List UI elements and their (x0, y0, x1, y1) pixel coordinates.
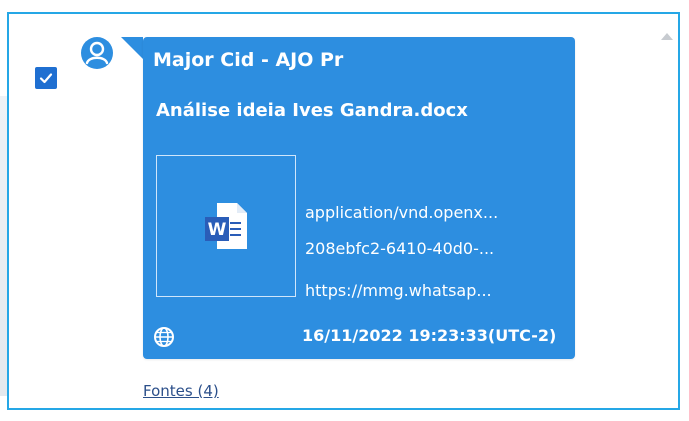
attachment-thumbnail[interactable]: W (156, 155, 296, 297)
sources-link[interactable]: Fontes (4) (143, 382, 219, 400)
attachment-url: https://mmg.whatsap... (305, 281, 492, 300)
contact-avatar-icon (80, 36, 114, 70)
attachment-filename[interactable]: Análise ideia Ives Gandra.docx (156, 100, 468, 121)
message-select-checkbox[interactable] (35, 67, 57, 89)
attachment-id: 208ebfc2-6410-40d0-... (305, 239, 495, 258)
bubble-tail (121, 37, 143, 59)
scroll-up-arrow-icon[interactable] (661, 33, 673, 40)
svg-text:W: W (208, 220, 227, 240)
checkmark-icon (39, 73, 53, 84)
attachment-mime-type: application/vnd.openx... (305, 203, 499, 222)
globe-icon (153, 326, 175, 348)
message-timestamp: 16/11/2022 19:23:33(UTC-2) (302, 326, 557, 345)
sender-name: Major Cid - AJO Pr (153, 49, 344, 71)
word-document-icon: W (205, 203, 247, 249)
